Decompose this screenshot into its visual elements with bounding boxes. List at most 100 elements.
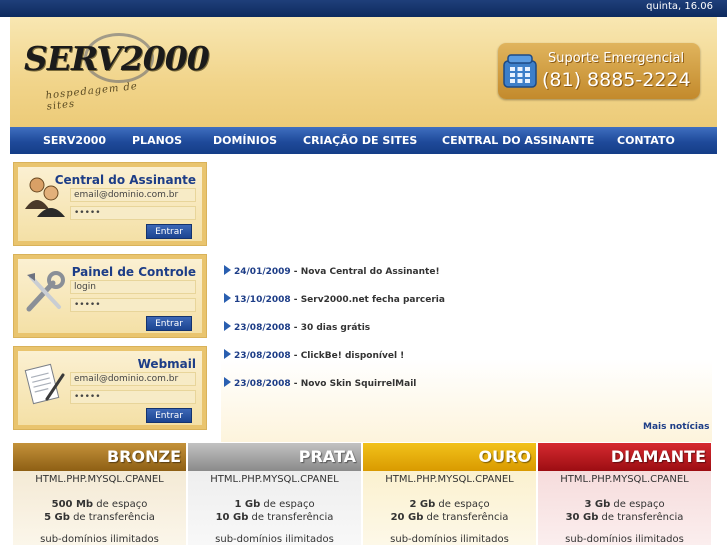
- space-label: de espaço: [260, 499, 315, 510]
- nav-central-do-assinante[interactable]: CENTRAL DO ASSINANTE: [442, 134, 594, 147]
- header: SERV2000 hospedagem de sites Suporte Eme…: [10, 17, 717, 127]
- transfer-value: 30 Gb: [565, 512, 599, 523]
- news-item[interactable]: 23/08/2008 - ClickBe! disponível !: [224, 349, 404, 361]
- more-news-link[interactable]: Mais notícias: [643, 422, 709, 432]
- news-text: Serv2000.net fecha parceria: [300, 295, 445, 305]
- plan-tech: HTML.PHP.MYSQL.CPANEL: [385, 474, 514, 485]
- box-title: Central do Assinante: [54, 173, 196, 187]
- news-date: 23/08/2008: [234, 351, 291, 361]
- plan-subdomains: sub-domínios ilimitados: [565, 534, 684, 545]
- password-field[interactable]: •••••: [70, 298, 196, 312]
- arrow-right-icon: [224, 293, 231, 303]
- arrow-right-icon: [224, 321, 231, 331]
- support-phone-number: (81) 8885-2224: [542, 69, 691, 91]
- news-separator: -: [290, 295, 301, 305]
- transfer-value: 20 Gb: [390, 512, 424, 523]
- plan-transfer: 5 Gb de transferência: [13, 512, 186, 523]
- top-bar: quinta, 16.06: [0, 0, 727, 17]
- support-banner: Suporte Emergencial (81) 8885-2224: [498, 43, 700, 99]
- logo-tagline: hospedagem de sites: [45, 81, 139, 113]
- news-date: 23/08/2008: [234, 379, 291, 389]
- box-title: Painel de Controle: [71, 265, 196, 279]
- space-value: 1 Gb: [234, 499, 261, 510]
- box-background: Painel de Controle login ••••• Entrar: [18, 259, 202, 333]
- news-text: Novo Skin SquirrelMail: [300, 379, 417, 389]
- plan-body: HTML.PHP.MYSQL.CPANEL 2 Gb de espaço 20 …: [363, 471, 536, 545]
- space-value: 3 Gb: [584, 499, 611, 510]
- email-field[interactable]: email@dominio.com.br: [70, 188, 196, 202]
- date-label: quinta, 16.06: [646, 1, 713, 12]
- space-label: de espaço: [435, 499, 490, 510]
- transfer-label: de transferência: [598, 512, 684, 523]
- nav-planos[interactable]: PLANOS: [132, 134, 182, 147]
- password-field[interactable]: •••••: [70, 390, 196, 404]
- main-nav: SERV2000 PLANOS DOMÍNIOS CRIAÇÃO DE SITE…: [10, 127, 717, 154]
- news-date: 24/01/2009: [234, 267, 291, 277]
- phone-icon: [503, 54, 537, 88]
- document-pen-icon: [24, 363, 65, 405]
- arrow-right-icon: [224, 265, 231, 275]
- news-separator: -: [290, 351, 301, 361]
- login-button[interactable]: Entrar: [146, 316, 192, 331]
- transfer-label: de transferência: [248, 512, 334, 523]
- email-field[interactable]: email@dominio.com.br: [70, 372, 196, 386]
- plan-tech: HTML.PHP.MYSQL.CPANEL: [35, 474, 164, 485]
- box-background: Central do Assinante email@dominio.com.b…: [18, 167, 202, 241]
- painel-controle-box: Painel de Controle login ••••• Entrar: [13, 254, 207, 338]
- login-button[interactable]: Entrar: [146, 408, 192, 423]
- transfer-label: de transferência: [69, 512, 155, 523]
- plan-body: HTML.PHP.MYSQL.CPANEL 500 Mb de espaço 5…: [13, 471, 186, 545]
- nav-serv2000[interactable]: SERV2000: [43, 134, 106, 147]
- logo-text: SERV2000: [24, 39, 210, 78]
- news-text: Nova Central do Assinante!: [300, 267, 440, 277]
- plan-body: HTML.PHP.MYSQL.CPANEL 1 Gb de espaço 10 …: [188, 471, 361, 545]
- news-background: [221, 360, 712, 442]
- plan-name: OURO: [478, 447, 531, 466]
- plan-header: PRATA: [188, 443, 361, 471]
- news-date: 13/10/2008: [234, 295, 291, 305]
- arrow-right-icon: [224, 377, 231, 387]
- plan-prata[interactable]: PRATA HTML.PHP.MYSQL.CPANEL 1 Gb de espa…: [188, 443, 361, 545]
- space-value: 2 Gb: [409, 499, 436, 510]
- news-item[interactable]: 23/08/2008 - Novo Skin SquirrelMail: [224, 377, 416, 389]
- plan-space: 3 Gb de espaço: [538, 499, 711, 510]
- plan-name: BRONZE: [106, 447, 181, 466]
- plan-body: HTML.PHP.MYSQL.CPANEL 3 Gb de espaço 30 …: [538, 471, 711, 545]
- box-title: Webmail: [137, 357, 196, 371]
- space-label: de espaço: [93, 499, 148, 510]
- central-assinante-box: Central do Assinante email@dominio.com.b…: [13, 162, 207, 246]
- news-separator: -: [290, 267, 301, 277]
- plan-name: PRATA: [298, 447, 356, 466]
- plan-subdomains: sub-domínios ilimitados: [390, 534, 509, 545]
- news-item[interactable]: 13/10/2008 - Serv2000.net fecha parceria: [224, 293, 445, 305]
- plan-header: OURO: [363, 443, 536, 471]
- plan-diamante[interactable]: DIAMANTE HTML.PHP.MYSQL.CPANEL 3 Gb de e…: [538, 443, 711, 545]
- login-button[interactable]: Entrar: [146, 224, 192, 239]
- transfer-label: de transferência: [423, 512, 509, 523]
- nav-contato[interactable]: CONTATO: [617, 134, 675, 147]
- plan-transfer: 30 Gb de transferência: [538, 512, 711, 523]
- news-item[interactable]: 23/08/2008 - 30 dias grátis: [224, 321, 370, 333]
- news-text: ClickBe! disponível !: [300, 351, 405, 361]
- plan-space: 500 Mb de espaço: [13, 499, 186, 510]
- plan-bronze[interactable]: BRONZE HTML.PHP.MYSQL.CPANEL 500 Mb de e…: [13, 443, 186, 545]
- support-title: Suporte Emergencial: [548, 51, 685, 66]
- plan-ouro[interactable]: OURO HTML.PHP.MYSQL.CPANEL 2 Gb de espaç…: [363, 443, 536, 545]
- plan-name: DIAMANTE: [610, 447, 706, 466]
- plan-space: 2 Gb de espaço: [363, 499, 536, 510]
- plan-tech: HTML.PHP.MYSQL.CPANEL: [210, 474, 339, 485]
- transfer-value: 5 Gb: [44, 512, 70, 523]
- news-text: 30 dias grátis: [300, 323, 371, 333]
- plan-header: BRONZE: [13, 443, 186, 471]
- transfer-value: 10 Gb: [215, 512, 249, 523]
- nav-criacao-de-sites[interactable]: CRIAÇÃO DE SITES: [303, 134, 417, 147]
- nav-dominios[interactable]: DOMÍNIOS: [213, 134, 277, 147]
- news-separator: -: [290, 323, 301, 333]
- login-field[interactable]: login: [70, 280, 196, 294]
- plan-header: DIAMANTE: [538, 443, 711, 471]
- news-item[interactable]: 24/01/2009 - Nova Central do Assinante!: [224, 265, 440, 277]
- logo[interactable]: SERV2000 hospedagem de sites: [24, 33, 210, 113]
- password-field[interactable]: •••••: [70, 206, 196, 220]
- space-value: 500 Mb: [51, 499, 94, 510]
- plan-subdomains: sub-domínios ilimitados: [215, 534, 334, 545]
